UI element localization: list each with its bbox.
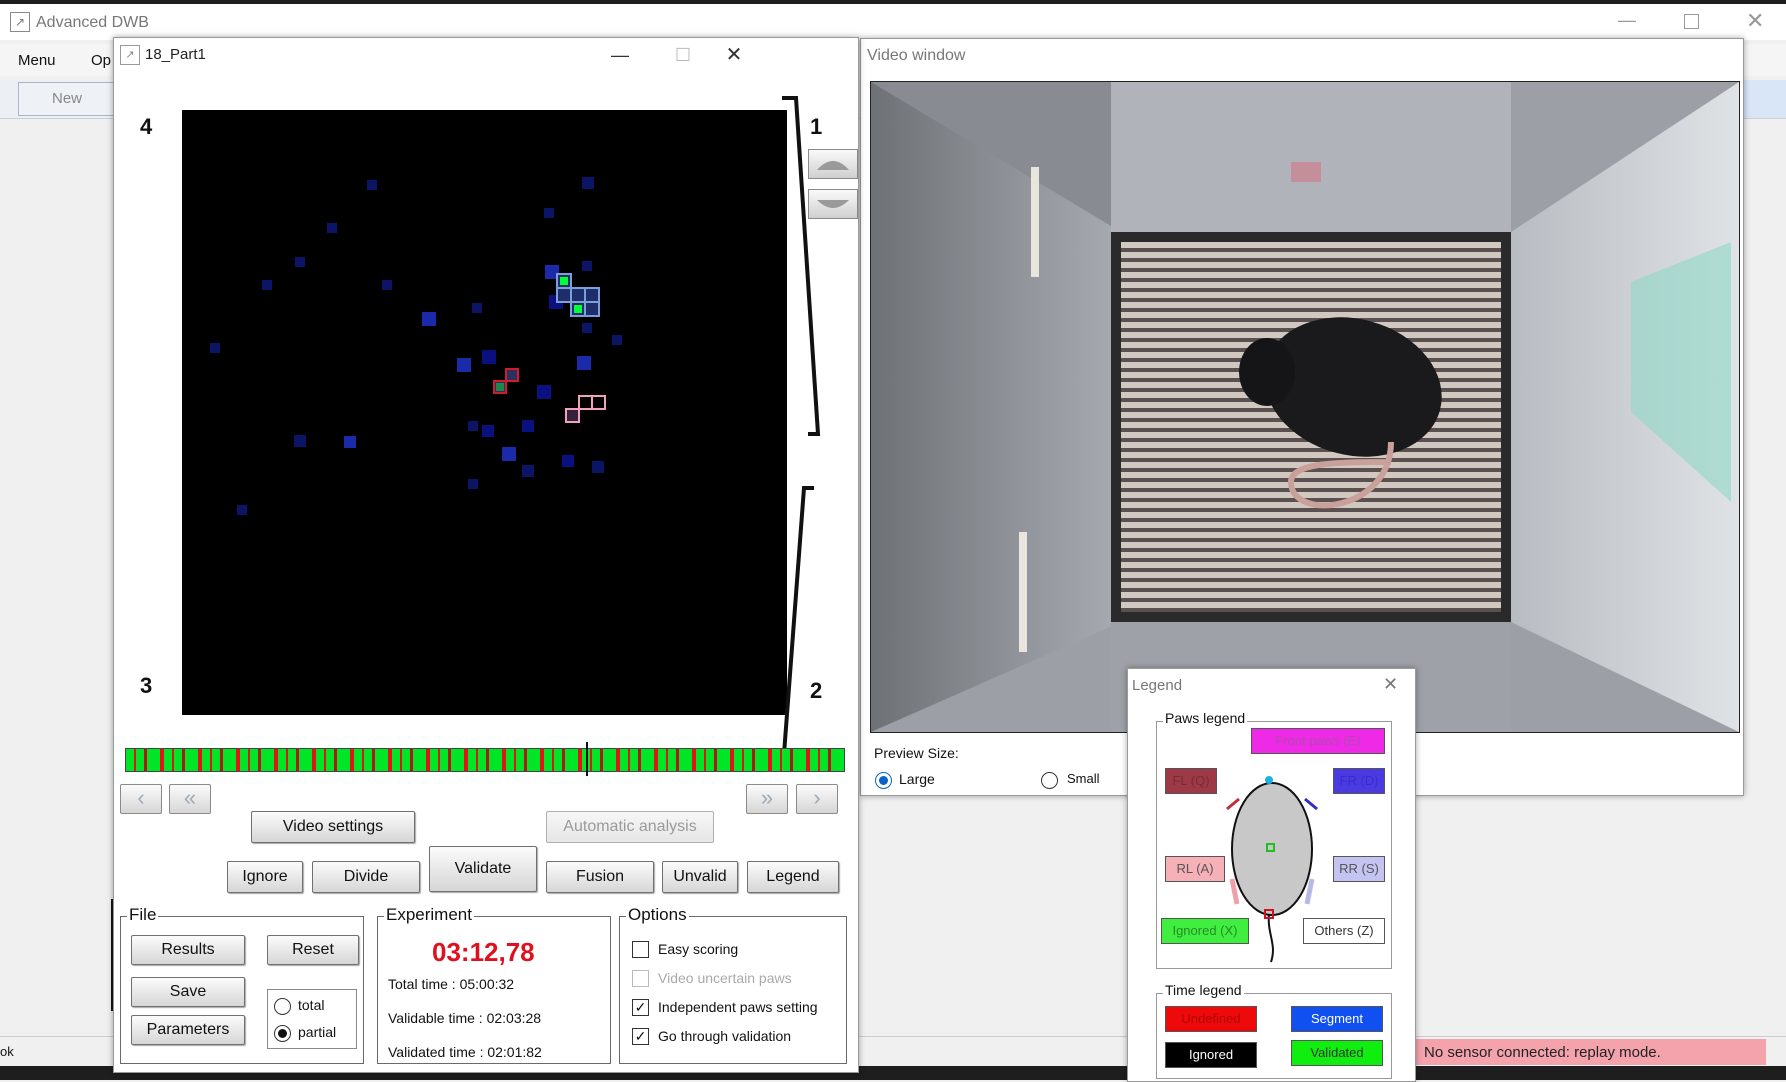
video-image [871, 82, 1739, 732]
fusion-button[interactable]: Fusion [546, 861, 654, 893]
legend-window: Legend ✕ Paws legend Front paws (E) FL (… [1127, 668, 1416, 1082]
app-title: Advanced DWB [36, 14, 149, 31]
validate-button[interactable]: Validate [429, 846, 537, 892]
part-window-icon: ↗ [120, 45, 140, 65]
save-button[interactable]: Save [131, 977, 245, 1007]
part-minimize-button[interactable]: — [600, 42, 640, 68]
legend-button[interactable]: Legend [747, 861, 839, 893]
easy-scoring-checkbox[interactable] [632, 941, 649, 958]
part-window-title: 18_Part1 [145, 46, 206, 63]
independent-label: Independent paws setting [658, 999, 818, 1015]
time-legend-group: Time legend Undefined Segment Ignored Va… [1156, 982, 1392, 1079]
status-message: No sensor connected: replay mode. [1414, 1039, 1766, 1065]
menu-item-options[interactable]: Op [91, 52, 111, 69]
options-group: Options Easy scoring Video uncertain paw… [619, 905, 847, 1064]
options-group-label: Options [626, 905, 689, 925]
next-button[interactable]: › [796, 784, 838, 814]
pressure-map[interactable] [182, 110, 787, 715]
easy-scoring-label: Easy scoring [658, 941, 739, 957]
go-through-label: Go through validation [658, 1028, 792, 1044]
radio-large-label: Large [899, 771, 935, 787]
radio-small-label: Small [1067, 771, 1100, 786]
corner-label-4: 4 [140, 114, 153, 139]
legend-rl: RL (A) [1165, 856, 1225, 882]
timeline-bar[interactable] [125, 748, 845, 772]
preview-size-label: Preview Size: [874, 745, 959, 761]
results-button[interactable]: Results [131, 935, 245, 965]
view-down-button[interactable] [808, 189, 858, 219]
menu-item-menu[interactable]: Menu [18, 52, 56, 69]
legend-ignored-time: Ignored [1165, 1042, 1257, 1068]
divide-button[interactable]: Divide [312, 861, 420, 893]
view-up-button[interactable] [808, 149, 858, 179]
legend-window-title: Legend [1132, 677, 1183, 694]
experiment-group-label: Experiment [384, 905, 474, 925]
video-window-title: Video window [867, 47, 966, 64]
right-toolbar-strip [1742, 80, 1786, 118]
file-group-divider [111, 899, 113, 1011]
timeline-cursor[interactable] [586, 742, 588, 776]
unvalid-button[interactable]: Unvalid [662, 861, 738, 893]
legend-front-paws: Front paws (E) [1251, 728, 1385, 754]
experiment-group: Experiment 03:12,78 Total time : 05:00:3… [377, 905, 611, 1064]
file-group-label: File [127, 905, 159, 925]
go-through-checkbox[interactable]: ✓ [632, 1028, 649, 1045]
legend-fr: FR (D) [1333, 768, 1385, 794]
next-fast-button[interactable]: » [746, 784, 788, 814]
status-ok: ok [0, 1044, 14, 1059]
video-uncertain-label: Video uncertain paws [658, 970, 792, 986]
part-titlebar: ↗ 18_Part1 — ☐ ✕ [114, 38, 858, 72]
legend-rr: RR (S) [1333, 856, 1385, 882]
legend-others: Others (Z) [1303, 918, 1385, 944]
app-maximize-button[interactable] [1684, 14, 1699, 29]
radio-total-label: total [298, 997, 325, 1013]
part-window: ↗ 18_Part1 — ☐ ✕ 4 1 3 2 ‹ « » › Video s… [111, 37, 859, 1073]
time-legend-label: Time legend [1163, 982, 1244, 998]
video-titlebar: Video window [861, 39, 1743, 73]
legend-segment: Segment [1291, 1006, 1383, 1032]
part-close-button[interactable]: ✕ [714, 42, 754, 68]
radio-large[interactable] [875, 772, 892, 789]
validated-time: Validated time : 02:01:82 [388, 1044, 542, 1060]
parameters-button[interactable]: Parameters [131, 1015, 245, 1045]
ignore-button[interactable]: Ignore [227, 861, 303, 893]
new-button[interactable]: New [18, 82, 116, 116]
legend-fl: FL (Q) [1165, 768, 1217, 794]
radio-partial[interactable] [274, 1025, 291, 1042]
prev-button[interactable]: ‹ [120, 784, 162, 814]
app-icon: ↗ [10, 12, 30, 32]
app-titlebar: ↗ Advanced DWB — ✕ [0, 4, 1786, 40]
legend-ignored: Ignored (X) [1161, 918, 1249, 944]
reset-button[interactable]: Reset [267, 935, 359, 965]
validable-time: Validable time : 02:03:28 [388, 1010, 542, 1026]
total-partial-box: total partial [267, 989, 357, 1049]
radio-small[interactable] [1041, 772, 1058, 789]
independent-checkbox[interactable]: ✓ [632, 999, 649, 1016]
paws-legend-label: Paws legend [1163, 710, 1248, 726]
radio-partial-label: partial [298, 1024, 337, 1040]
automatic-analysis-button[interactable]: Automatic analysis [546, 811, 714, 843]
paws-legend-group: Paws legend Front paws (E) FL (Q) FR (D)… [1156, 710, 1392, 969]
app-minimize-button[interactable]: — [1618, 10, 1636, 31]
legend-close-button[interactable]: ✕ [1383, 674, 1398, 695]
legend-undefined: Undefined [1165, 1006, 1257, 1032]
legend-validated: Validated [1291, 1040, 1383, 1066]
pressure-map-cells [210, 177, 622, 515]
part-maximize-button[interactable]: ☐ [663, 42, 703, 68]
file-group: File Results Reset Save Parameters total… [120, 905, 364, 1064]
video-settings-button[interactable]: Video settings [251, 811, 415, 843]
legend-titlebar: Legend ✕ [1128, 669, 1415, 703]
video-uncertain-checkbox[interactable] [632, 970, 649, 987]
prev-fast-button[interactable]: « [169, 784, 211, 814]
experiment-time: 03:12,78 [432, 937, 535, 967]
total-time: Total time : 05:00:32 [388, 976, 515, 992]
app-close-button[interactable]: ✕ [1746, 8, 1764, 34]
radio-total[interactable] [274, 998, 291, 1015]
corner-label-3: 3 [140, 673, 153, 698]
video-frame [870, 81, 1740, 733]
